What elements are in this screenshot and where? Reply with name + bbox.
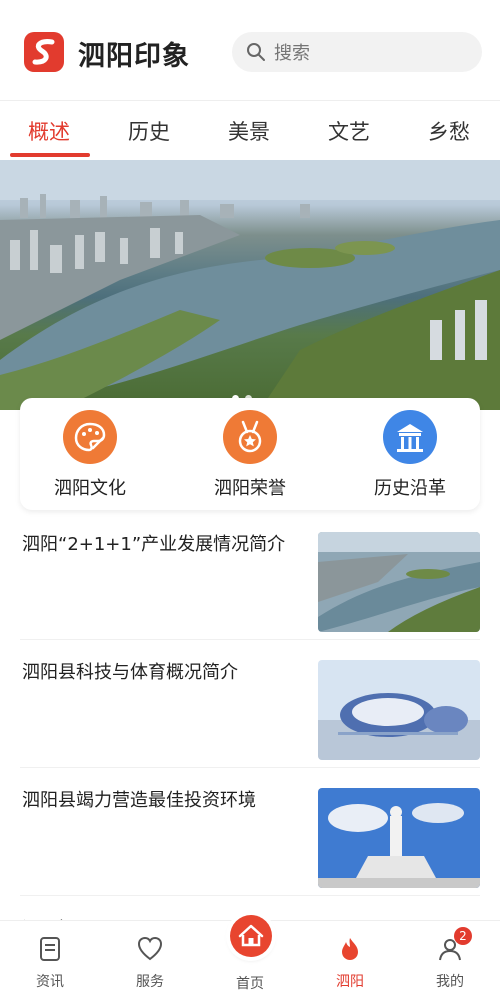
notification-badge: 2 <box>454 927 472 945</box>
heart-icon <box>136 935 164 963</box>
tab-overview[interactable]: 概述 <box>28 116 70 146</box>
quick-link-label: 泗阳文化 <box>54 478 126 499</box>
nav-profile[interactable]: 2 我的 <box>420 927 480 991</box>
quick-links-card: 泗阳文化 泗阳荣誉 历史沿革 <box>20 398 480 510</box>
banner-image <box>0 160 500 410</box>
tab-history[interactable]: 历史 <box>128 116 170 146</box>
medal-icon <box>223 410 277 464</box>
nav-siyang[interactable]: 泗阳 <box>320 935 380 991</box>
nav-label: 泗阳 <box>336 974 364 990</box>
app-header: 泗阳印象 <box>0 0 500 100</box>
nav-label: 服务 <box>136 974 164 990</box>
news-thumbnail <box>318 660 480 760</box>
nav-service[interactable]: 服务 <box>120 935 180 991</box>
search-input[interactable] <box>272 32 476 74</box>
news-title: 泗阳县竭力营造最佳投资环境 <box>22 790 256 811</box>
category-tabs: 概述 历史 美景 文艺 乡愁 <box>0 106 500 160</box>
news-separator <box>20 895 480 896</box>
news-thumbnail <box>318 788 480 888</box>
tab-scenery[interactable]: 美景 <box>228 116 270 146</box>
flame-icon <box>336 935 364 963</box>
nav-home[interactable]: 首页 <box>220 973 280 993</box>
tab-arts[interactable]: 文艺 <box>328 116 370 146</box>
news-thumbnail <box>318 532 480 632</box>
news-separator <box>20 639 480 640</box>
news-title: 泗阳“2+1+1”产业发展情况简介 <box>22 534 286 555</box>
search-icon <box>246 42 266 66</box>
tab-nostalgia[interactable]: 乡愁 <box>428 116 470 146</box>
news-item[interactable]: 泗阳“2+1+1”产业发展情况简介 <box>0 520 500 640</box>
pavilion-icon <box>383 410 437 464</box>
active-tab-indicator <box>10 153 90 157</box>
search-box[interactable] <box>232 32 482 74</box>
nav-label: 我的 <box>436 974 464 990</box>
home-icon[interactable] <box>230 915 272 957</box>
nav-label: 资讯 <box>36 974 64 990</box>
app-title: 泗阳印象 <box>78 41 190 72</box>
news-item[interactable]: 泗阳县竭力营造最佳投资环境 <box>0 776 500 896</box>
news-item[interactable]: 泗阳县科技与体育概况简介 <box>0 648 500 768</box>
nav-news[interactable]: 资讯 <box>20 935 80 991</box>
nav-label: 首页 <box>236 976 264 992</box>
banner-carousel[interactable] <box>0 160 500 410</box>
news-icon <box>36 935 64 963</box>
quick-link-history[interactable]: 历史沿革 <box>350 410 470 500</box>
quick-link-honors[interactable]: 泗阳荣誉 <box>190 410 310 500</box>
header-divider <box>0 100 500 101</box>
app-logo <box>24 32 64 72</box>
news-separator <box>20 767 480 768</box>
quick-link-label: 泗阳荣誉 <box>214 478 286 499</box>
quick-link-label: 历史沿革 <box>374 478 446 499</box>
palette-icon <box>63 410 117 464</box>
news-title: 泗阳县科技与体育概况简介 <box>22 662 238 683</box>
user-icon: 2 <box>436 927 472 963</box>
quick-link-culture[interactable]: 泗阳文化 <box>30 410 150 500</box>
